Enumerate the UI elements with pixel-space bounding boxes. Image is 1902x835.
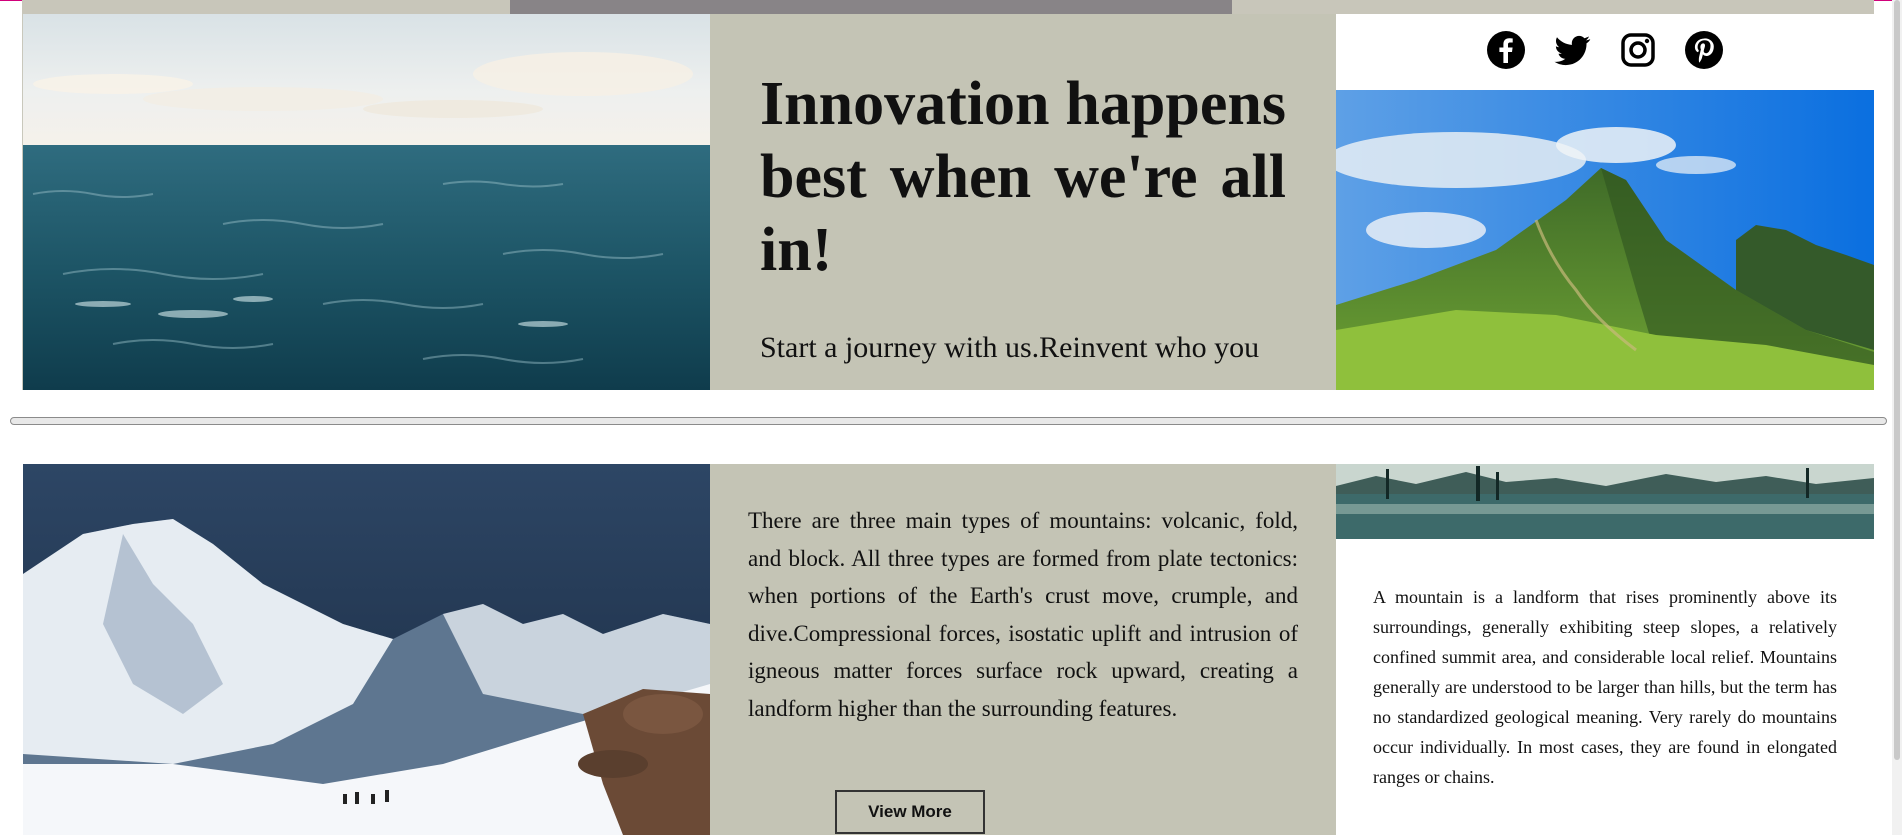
hero-title: Innovation happens best when we're all i…	[760, 70, 1286, 284]
twitter-icon[interactable]	[1552, 30, 1592, 70]
scrollbar-thumb[interactable]	[1894, 0, 1900, 760]
snowy-mountain-graphic	[23, 464, 710, 835]
view-more-button[interactable]: View More	[835, 790, 985, 834]
ocean-image	[23, 14, 710, 390]
ocean-image-graphic	[23, 14, 710, 390]
green-mountain-image	[1336, 90, 1874, 390]
lake-graphic	[1336, 464, 1874, 539]
instagram-icon[interactable]	[1618, 30, 1658, 70]
pinterest-icon[interactable]	[1684, 30, 1724, 70]
social-links	[1336, 30, 1874, 78]
mountain-types-panel: There are three main types of mountains:…	[710, 464, 1336, 835]
section-divider	[10, 417, 1887, 425]
green-mountain-graphic	[1336, 90, 1874, 390]
hero-text-panel: Innovation happens best when we're all i…	[710, 14, 1336, 390]
scroll-progress-track	[22, 0, 1874, 14]
facebook-icon[interactable]	[1486, 30, 1526, 70]
mountain-types-text: There are three main types of mountains:…	[748, 508, 1298, 721]
lake-image	[1336, 464, 1874, 539]
page-scrollbar[interactable]	[1892, 0, 1902, 835]
hero-subtitle: Start a journey with us.Reinvent who you	[760, 331, 1260, 364]
scroll-progress-fill	[510, 0, 1232, 14]
snowy-mountain-image	[23, 464, 710, 835]
mountain-description: A mountain is a landform that rises prom…	[1373, 587, 1837, 787]
